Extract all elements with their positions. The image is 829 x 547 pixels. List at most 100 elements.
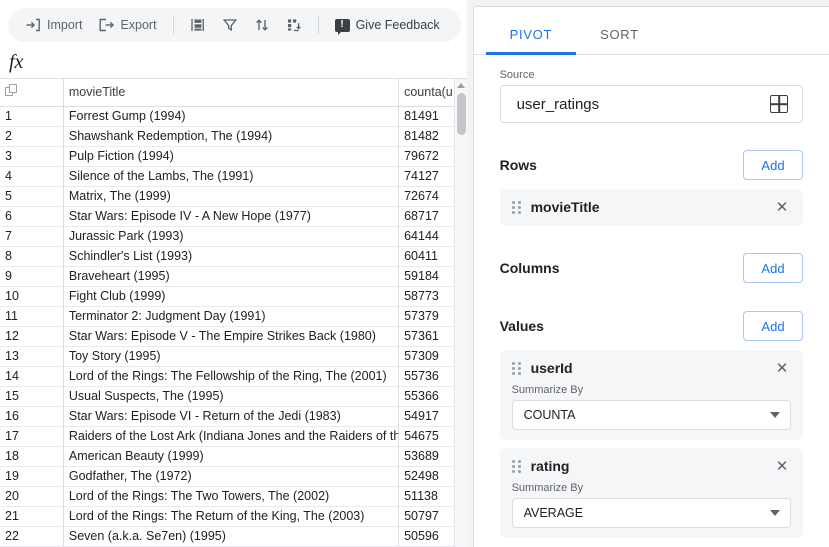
pivot-icon[interactable] [279,12,309,38]
table-row[interactable]: 19Godfather, The (1972)52498 [0,466,466,486]
scrollbar-thumb[interactable] [457,93,466,135]
pivot-chip-movietitle[interactable]: movieTitle ✕ [500,189,803,226]
row-number[interactable]: 9 [0,266,63,286]
row-number[interactable]: 8 [0,246,63,266]
row-number[interactable]: 15 [0,386,63,406]
row-number[interactable]: 6 [0,206,63,226]
scroll-up-icon[interactable] [457,83,465,88]
cell-movietitle[interactable]: Silence of the Lambs, The (1991) [63,166,398,186]
row-number[interactable]: 18 [0,446,63,466]
toolbar-divider-1 [173,16,174,34]
table-row[interactable]: 5Matrix, The (1999)72674 [0,186,466,206]
table-row[interactable]: 21Lord of the Rings: The Return of the K… [0,506,466,526]
cell-movietitle[interactable]: Lord of the Rings: The Two Towers, The (… [63,486,398,506]
toolbar-container: Import Export [0,0,467,46]
row-number[interactable]: 12 [0,326,63,346]
table-row[interactable]: 14Lord of the Rings: The Fellowship of t… [0,366,466,386]
row-number[interactable]: 10 [0,286,63,306]
row-number[interactable]: 22 [0,526,63,546]
tab-pivot[interactable]: PIVOT [486,27,577,54]
select-all-cell[interactable] [0,79,63,106]
table-row[interactable]: 16Star Wars: Episode VI - Return of the … [0,406,466,426]
tab-sort[interactable]: SORT [576,27,663,54]
cell-movietitle[interactable]: Fight Club (1999) [63,286,398,306]
summarize-by-select-rating[interactable]: AVERAGE [512,498,791,528]
cell-movietitle[interactable]: Star Wars: Episode IV - A New Hope (1977… [63,206,398,226]
row-number[interactable]: 20 [0,486,63,506]
table-row[interactable]: 22Seven (a.k.a. Se7en) (1995)50596 [0,526,466,546]
filter-icon[interactable] [215,12,245,38]
grid-vertical-scrollbar[interactable] [454,79,467,547]
cell-movietitle[interactable]: Star Wars: Episode V - The Empire Strike… [63,326,398,346]
add-value-button[interactable]: Add [743,311,803,341]
cell-movietitle[interactable]: Raiders of the Lost Ark (Indiana Jones a… [63,426,398,446]
chip-header: movieTitle ✕ [512,198,791,216]
cell-movietitle[interactable]: Schindler's List (1993) [63,246,398,266]
cell-movietitle[interactable]: American Beauty (1999) [63,446,398,466]
row-number[interactable]: 4 [0,166,63,186]
summarize-by-select-userid[interactable]: COUNTA [512,400,791,430]
cell-movietitle[interactable]: Forrest Gump (1994) [63,106,398,126]
source-field: Source user_ratings [500,69,803,123]
remove-field-icon[interactable]: ✕ [773,457,791,475]
row-number[interactable]: 3 [0,146,63,166]
remove-field-icon[interactable]: ✕ [773,198,791,216]
columns-icon[interactable] [183,12,213,38]
row-number[interactable]: 5 [0,186,63,206]
table-row[interactable]: 17Raiders of the Lost Ark (Indiana Jones… [0,426,466,446]
column-header-movietitle[interactable]: movieTitle [63,79,398,106]
pivot-chip-userid[interactable]: userId ✕ Summarize By COUNTA [500,350,803,440]
table-row[interactable]: 1Forrest Gump (1994)81491 [0,106,466,126]
cell-movietitle[interactable]: Seven (a.k.a. Se7en) (1995) [63,526,398,546]
row-number[interactable]: 13 [0,346,63,366]
table-row[interactable]: 2Shawshank Redemption, The (1994)81482 [0,126,466,146]
row-number[interactable]: 7 [0,226,63,246]
table-row[interactable]: 15Usual Suspects, The (1995)55366 [0,386,466,406]
drag-handle-icon[interactable] [512,362,522,375]
cell-movietitle[interactable]: Lord of the Rings: The Return of the Kin… [63,506,398,526]
drag-handle-icon[interactable] [512,201,522,214]
add-row-button[interactable]: Add [743,150,803,180]
give-feedback-button[interactable]: ! Give Feedback [328,12,447,38]
source-selector[interactable]: user_ratings [500,85,803,123]
sort-icon[interactable] [247,12,277,38]
table-row[interactable]: 20Lord of the Rings: The Two Towers, The… [0,486,466,506]
table-row[interactable]: 6Star Wars: Episode IV - A New Hope (197… [0,206,466,226]
cell-movietitle[interactable]: Lord of the Rings: The Fellowship of the… [63,366,398,386]
table-row[interactable]: 4Silence of the Lambs, The (1991)74127 [0,166,466,186]
row-number[interactable]: 17 [0,426,63,446]
add-column-button[interactable]: Add [743,253,803,283]
table-row[interactable]: 13Toy Story (1995)57309 [0,346,466,366]
row-number[interactable]: 19 [0,466,63,486]
cell-movietitle[interactable]: Terminator 2: Judgment Day (1991) [63,306,398,326]
table-row[interactable]: 11Terminator 2: Judgment Day (1991)57379 [0,306,466,326]
cell-movietitle[interactable]: Godfather, The (1972) [63,466,398,486]
cell-movietitle[interactable]: Toy Story (1995) [63,346,398,366]
pivot-chip-rating[interactable]: rating ✕ Summarize By AVERAGE [500,448,803,538]
import-button[interactable]: Import [18,12,89,38]
table-row[interactable]: 7Jurassic Park (1993)64144 [0,226,466,246]
cell-movietitle[interactable]: Jurassic Park (1993) [63,226,398,246]
cell-movietitle[interactable]: Shawshank Redemption, The (1994) [63,126,398,146]
cell-movietitle[interactable]: Matrix, The (1999) [63,186,398,206]
table-row[interactable]: 8Schindler's List (1993)60411 [0,246,466,266]
row-number[interactable]: 21 [0,506,63,526]
table-row[interactable]: 3Pulp Fiction (1994)79672 [0,146,466,166]
remove-field-icon[interactable]: ✕ [773,359,791,377]
cell-movietitle[interactable]: Usual Suspects, The (1995) [63,386,398,406]
row-number[interactable]: 2 [0,126,63,146]
row-number[interactable]: 11 [0,306,63,326]
row-number[interactable]: 14 [0,366,63,386]
drag-handle-icon[interactable] [512,460,522,473]
table-row[interactable]: 18American Beauty (1999)53689 [0,446,466,466]
row-number[interactable]: 16 [0,406,63,426]
table-row[interactable]: 9Braveheart (1995)59184 [0,266,466,286]
row-number[interactable]: 1 [0,106,63,126]
cell-movietitle[interactable]: Braveheart (1995) [63,266,398,286]
table-row[interactable]: 10Fight Club (1999)58773 [0,286,466,306]
export-button[interactable]: Export [91,12,163,38]
formula-input[interactable] [37,50,467,74]
cell-movietitle[interactable]: Star Wars: Episode VI - Return of the Je… [63,406,398,426]
table-row[interactable]: 12Star Wars: Episode V - The Empire Stri… [0,326,466,346]
cell-movietitle[interactable]: Pulp Fiction (1994) [63,146,398,166]
